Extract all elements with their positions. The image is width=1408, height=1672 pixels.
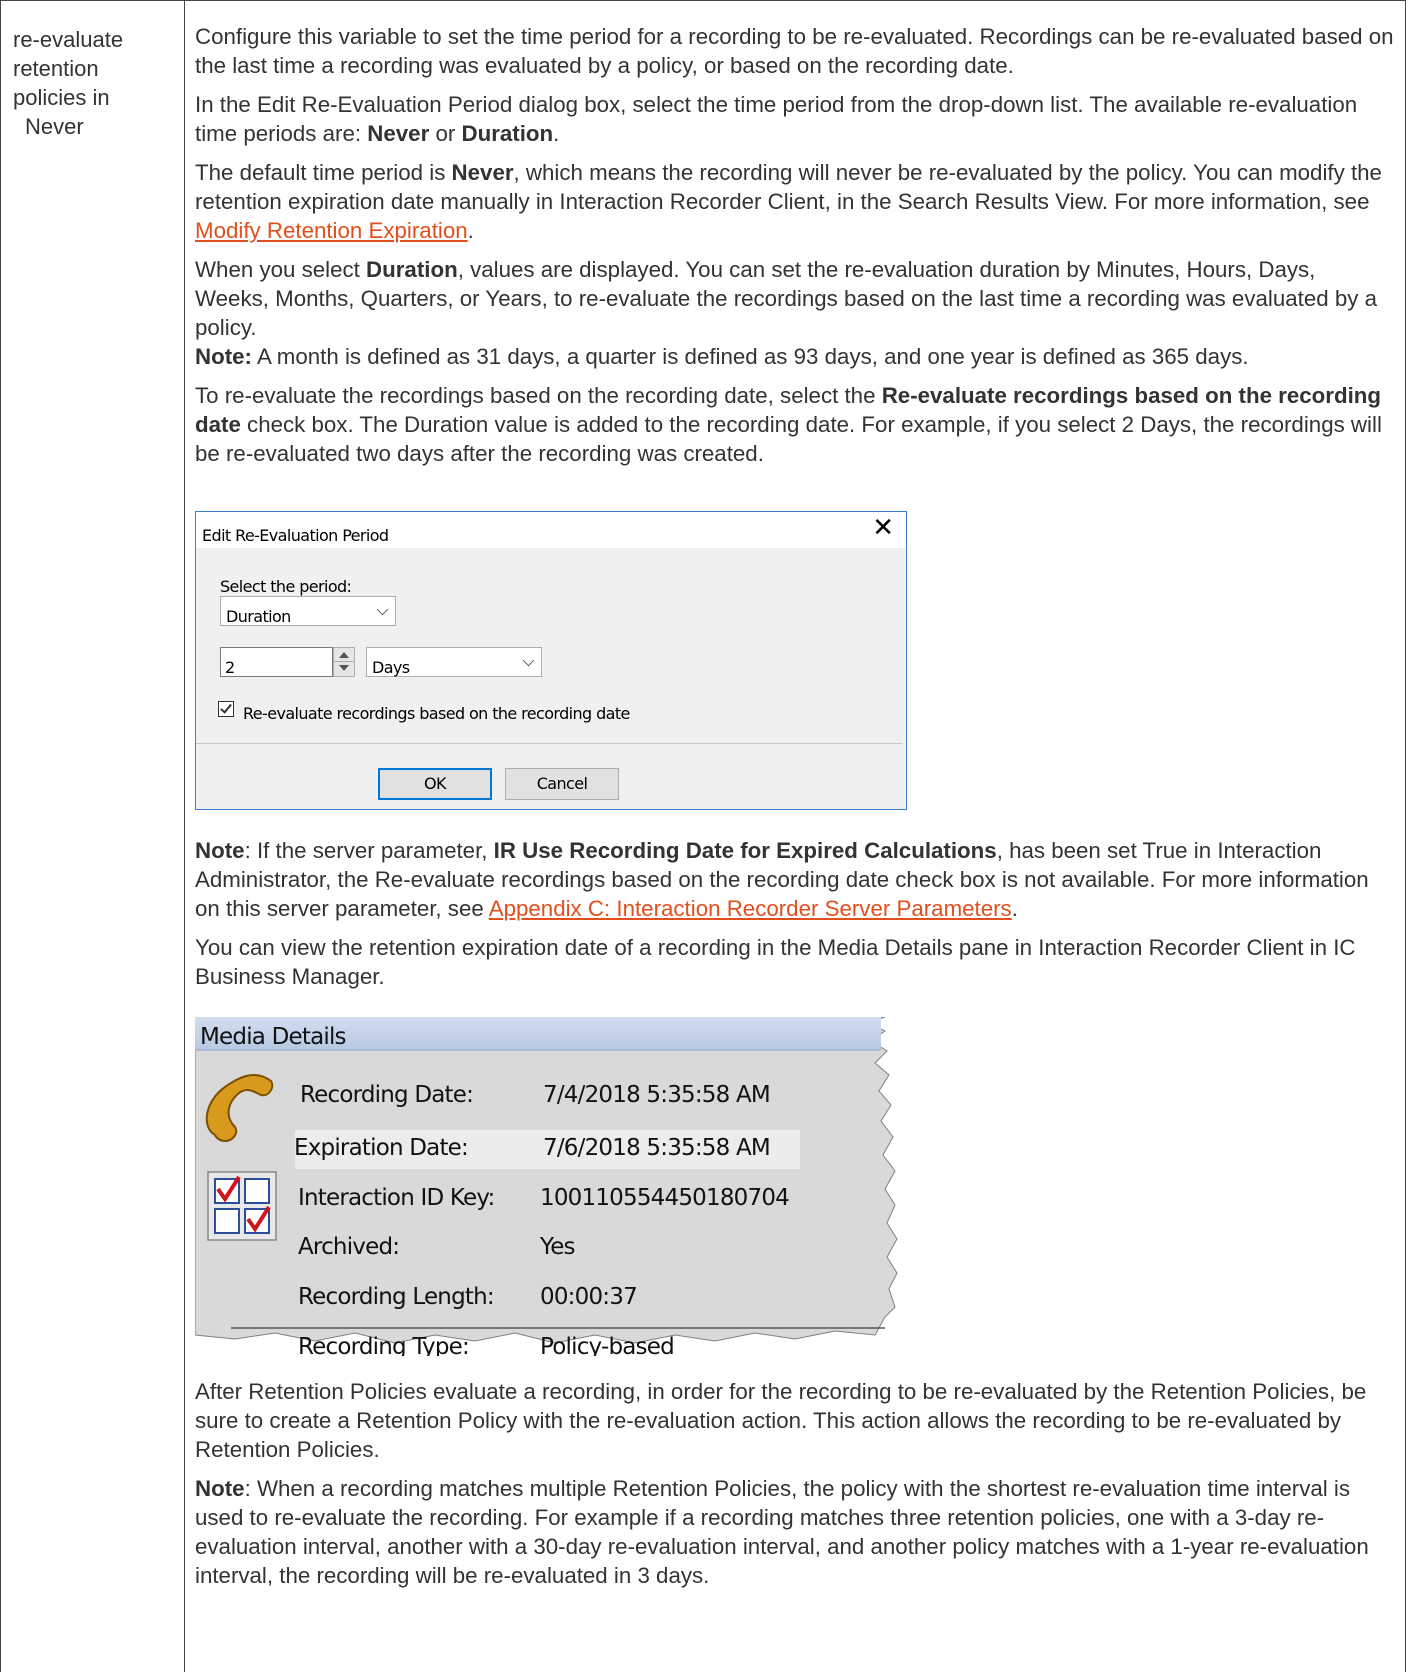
archived-value: Yes xyxy=(540,1234,576,1260)
recording-type-value: Policy-based xyxy=(540,1334,674,1357)
bold-text: Never xyxy=(367,121,430,146)
paragraph-media-details: You can view the retention expiration da… xyxy=(195,935,1356,989)
term-cell: re-evaluate retention policies in Never xyxy=(13,25,178,141)
period-select-value: Duration xyxy=(226,607,291,626)
chevron-down-icon xyxy=(376,603,389,616)
spin-up-icon[interactable] xyxy=(339,652,349,658)
text: . xyxy=(1011,896,1018,921)
paragraph-periods: In the Edit Re-Evaluation Period dialog … xyxy=(195,90,1395,148)
cancel-button[interactable]: Cancel xyxy=(505,768,619,800)
text: . xyxy=(553,121,560,146)
edit-reevaluation-dialog: Edit Re-Evaluation Period ✕ Select the p… xyxy=(195,511,907,810)
paragraph-duration: When you select Duration, values are dis… xyxy=(195,255,1395,371)
interaction-id-label: Interaction ID Key: xyxy=(298,1185,495,1211)
unit-select[interactable]: Days xyxy=(366,647,542,677)
appendix-c-link[interactable]: Appendix C: Interaction Recorder Server … xyxy=(489,896,1012,921)
expiration-date-value: 7/6/2018 5:35:58 AM xyxy=(543,1135,771,1161)
dialog-titlebar: Edit Re-Evaluation Period ✕ xyxy=(196,512,906,548)
dialog-title: Edit Re-Evaluation Period xyxy=(202,526,389,545)
text: When you select xyxy=(195,257,367,282)
media-details-title: Media Details xyxy=(200,1024,347,1050)
term-line: Never xyxy=(25,114,84,139)
recording-date-label: Recording Date: xyxy=(300,1082,474,1108)
text: A month is defined as 31 days, a quarter… xyxy=(251,344,1249,369)
paragraph-retention-policies: After Retention Policies evaluate a reco… xyxy=(195,1379,1367,1462)
text: or xyxy=(429,121,462,146)
media-details-screenshot: Media Details Recording Date: 7/4/2018 5… xyxy=(195,1017,905,1357)
recording-length-value: 00:00:37 xyxy=(540,1284,638,1310)
cut-off-row: Recording Type: Policy-based xyxy=(295,1333,895,1357)
paragraph-recording-date: To re-evaluate the recordings based on t… xyxy=(195,381,1395,468)
ok-button[interactable]: OK xyxy=(378,768,492,800)
paragraph-server-note: Note: If the server parameter, IR Use Re… xyxy=(195,836,1395,923)
text: check box. The Duration value is added t… xyxy=(195,412,1382,466)
reevaluate-checkbox-label[interactable]: Re-evaluate recordings based on the reco… xyxy=(243,699,630,728)
text: . xyxy=(467,218,474,243)
text: : When a recording matches multiple Rete… xyxy=(195,1476,1369,1588)
recording-type-label: Recording Type: xyxy=(298,1334,469,1357)
unit-select-value: Days xyxy=(372,658,410,677)
chevron-down-icon xyxy=(522,654,535,667)
note-label: Note xyxy=(195,1476,245,1501)
reevaluate-checkbox[interactable] xyxy=(218,701,234,717)
paragraph-multiple-policies-note: Note: When a recording matches multiple … xyxy=(195,1474,1395,1590)
spin-down-icon[interactable] xyxy=(339,665,349,671)
recording-date-value: 7/4/2018 5:35:58 AM xyxy=(543,1082,771,1108)
text: To re-evaluate the recordings based on t… xyxy=(195,383,882,408)
divider xyxy=(334,661,354,662)
bold-text: Duration xyxy=(461,121,554,146)
column-divider xyxy=(184,0,185,1672)
checkbox-grid-icon xyxy=(207,1171,277,1241)
note-label: Note: xyxy=(195,344,252,369)
paragraph-intro: Configure this variable to set the time … xyxy=(195,24,1394,78)
amount-spinner[interactable] xyxy=(333,647,355,677)
text: The default time period is xyxy=(195,160,452,185)
period-select[interactable]: Duration xyxy=(220,596,396,626)
expiration-date-label: Expiration Date: xyxy=(294,1135,469,1161)
close-icon[interactable]: ✕ xyxy=(872,514,894,543)
bold-text: Duration xyxy=(366,257,458,282)
bold-text: Never xyxy=(451,160,514,185)
modify-retention-link[interactable]: Modify Retention Expiration xyxy=(195,218,468,243)
duration-amount-input[interactable]: 2 xyxy=(220,647,333,677)
description-cell: Configure this variable to set the time … xyxy=(195,22,1395,1600)
duration-amount-value: 2 xyxy=(225,658,235,677)
recording-length-label: Recording Length: xyxy=(298,1284,495,1310)
text: : If the server parameter, xyxy=(244,838,494,863)
term-line: retention xyxy=(13,56,99,81)
term-line: re-evaluate xyxy=(13,27,124,52)
paragraph-default: The default time period is Never, which … xyxy=(195,158,1395,245)
term-line: policies in xyxy=(13,85,110,110)
note-label: Note xyxy=(195,838,245,863)
archived-label: Archived: xyxy=(298,1234,400,1260)
bold-text: IR Use Recording Date for Expired Calcul… xyxy=(493,838,997,863)
interaction-id-value: 100110554450180704 xyxy=(540,1185,790,1211)
dialog-separator xyxy=(196,743,902,744)
